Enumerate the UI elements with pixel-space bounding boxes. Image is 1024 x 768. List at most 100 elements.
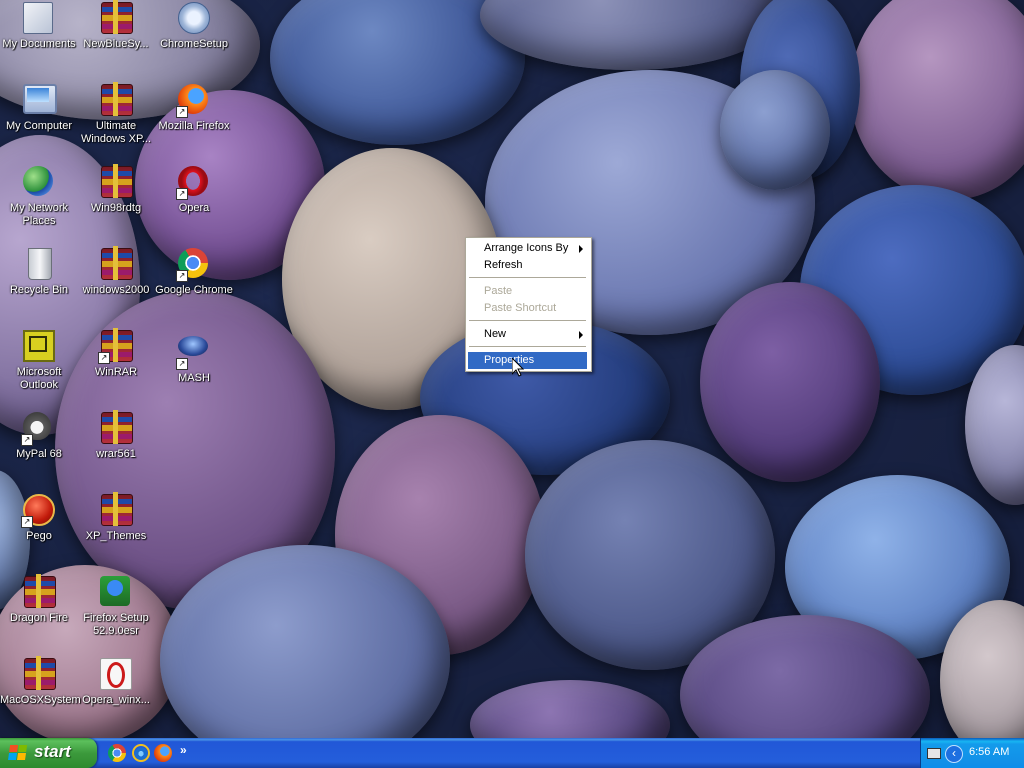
network-places-icon [23,166,55,198]
winrar-archive-icon [23,658,56,690]
desktop-icon-label: Pego [26,530,52,542]
menu-item-arrange-icons-by[interactable]: Arrange Icons By [468,240,587,257]
winrar-archive-icon [100,248,133,280]
outlook-icon [23,330,55,362]
desktop-icon-label: MASH [178,372,210,384]
firefox-icon: ↗ [176,84,210,118]
winrar-archive-icon [100,84,133,116]
desktop-icon-xp-themes[interactable]: XP_Themes [77,494,155,543]
menu-separator [469,277,586,278]
desktop-icon-my-network-places[interactable]: My Network Places [0,166,78,228]
recycle-bin-icon [23,248,55,280]
desktop-icon-chromesetup[interactable]: ChromeSetup [155,2,233,51]
system-tray: ‹ 6:56 AM [920,738,1024,768]
desktop-icon-google-chrome[interactable]: ↗ Google Chrome [155,248,233,297]
desktop-icon-label: ChromeSetup [160,38,228,50]
taskbar: start » ‹ 6:56 AM [0,738,1024,768]
desktop-icon-label: Mozilla Firefox [158,120,230,132]
desktop-icon-opera-winx[interactable]: Opera_winx... [77,658,155,707]
desktop-icon-pego[interactable]: ↗ Pego [0,494,78,543]
desktop-icon-label: MacOSXSystem [0,694,81,706]
desktop-icon-my-documents[interactable]: My Documents [0,2,78,51]
menu-item-label: Paste [484,285,513,297]
menu-item-new[interactable]: New [468,326,587,343]
desktop-icon-firefox-setup[interactable]: Firefox Setup 52.9.0esr [77,576,155,638]
shortcut-arrow-icon: ↗ [176,270,188,282]
menu-item-paste-shortcut[interactable]: Paste Shortcut [468,300,587,317]
desktop-icon-mozilla-firefox[interactable]: ↗ Mozilla Firefox [155,84,233,133]
menu-item-label: New [484,328,507,340]
firefox-icon[interactable] [154,744,172,762]
internet-explorer-icon[interactable] [132,744,150,762]
winrar-archive-icon [100,494,133,526]
menu-item-paste[interactable]: Paste [468,283,587,300]
desktop-icon-label: wrar561 [96,448,136,460]
desktop-icon-ultimate-windows-xp[interactable]: Ultimate Windows XP... [77,84,155,146]
submenu-arrow-icon [579,331,583,339]
menu-item-label: Properties [484,354,535,366]
desktop-icon-label: Recycle Bin [9,284,69,296]
desktop-icon-winrar[interactable]: ↗ WinRAR [77,330,155,379]
winrar-archive-icon [100,2,133,34]
show-hidden-icons-button[interactable]: ‹ [945,745,963,763]
menu-item-label: Arrange Icons By [484,242,569,254]
winrar-archive-icon [23,576,56,608]
desktop-icon-macosxsystem[interactable]: MacOSXSystem [0,658,81,707]
desktop-icon-opera[interactable]: ↗ Opera [155,166,233,215]
shortcut-arrow-icon: ↗ [21,434,33,446]
desktop-icon-windows2000[interactable]: windows2000 [77,248,155,297]
desktop-icon-label: Opera [178,202,210,214]
winrar-icon: ↗ [98,330,133,364]
desktop-icon-recycle-bin[interactable]: Recycle Bin [0,248,78,297]
desktop-icon-label: My Documents [2,38,76,50]
menu-item-refresh[interactable]: Refresh [468,257,587,274]
desktop-icon-dragon-fire[interactable]: Dragon Fire [0,576,78,625]
desktop-icon-label: Opera_winx... [82,694,150,706]
menu-item-label: Paste Shortcut [484,302,557,314]
shortcut-arrow-icon: ↗ [176,188,188,200]
start-label: start [34,742,71,761]
opera-installer-icon [100,658,132,690]
desktop-icon-label: windows2000 [82,284,150,296]
my-computer-icon [23,84,57,116]
mypal-icon: ↗ [21,412,55,446]
pego-icon: ↗ [21,494,55,528]
desktop-icon-label: My Network Places [9,202,69,227]
desktop-icon-newbluesy[interactable]: NewBlueSy... [77,2,155,51]
submenu-arrow-icon [579,245,583,253]
my-documents-icon [23,2,55,34]
keyboard-icon[interactable] [927,748,941,759]
desktop-icon-label: Ultimate Windows XP... [80,120,152,145]
desktop-icon-label: My Computer [5,120,73,132]
windows-logo-icon [8,745,28,761]
shortcut-arrow-icon: ↗ [21,516,33,528]
start-button[interactable]: start [0,738,97,768]
desktop-icon-label: Dragon Fire [9,612,69,624]
desktop-icon-my-computer[interactable]: My Computer [0,84,78,133]
desktop-icon-label: MyPal 68 [16,448,62,460]
chrome-icon: ↗ [176,248,210,282]
menu-separator [469,346,586,347]
desktop-icon-mypal-68[interactable]: ↗ MyPal 68 [0,412,78,461]
clock[interactable]: 6:56 AM [969,746,1009,758]
chrome-setup-icon [178,2,210,34]
desktop-icon-label: XP_Themes [85,530,147,542]
desktop-icon-label: NewBlueSy... [83,38,149,50]
desktop-icon-wrar561[interactable]: wrar561 [77,412,155,461]
mash-icon: ↗ [176,336,210,370]
shortcut-arrow-icon: ↗ [176,358,188,370]
winrar-archive-icon [100,412,133,444]
desktop-icon-microsoft-outlook[interactable]: Microsoft Outlook [0,330,78,392]
menu-item-properties[interactable]: Properties [468,352,587,369]
desktop-icon-mash[interactable]: ↗ MASH [155,330,233,385]
desktop-context-menu: Arrange Icons By Refresh Paste Paste Sho… [465,237,592,372]
desktop-icon-win98rdtg[interactable]: Win98rdtg [77,166,155,215]
desktop-icon-label: WinRAR [94,366,138,378]
menu-separator [469,320,586,321]
shortcut-arrow-icon: ↗ [98,352,110,364]
chrome-icon[interactable] [108,744,126,762]
opera-icon: ↗ [176,166,210,200]
shortcut-arrow-icon: ↗ [176,106,188,118]
desktop-icon-label: Google Chrome [155,284,233,296]
quick-launch-more-button[interactable]: » [180,744,198,762]
